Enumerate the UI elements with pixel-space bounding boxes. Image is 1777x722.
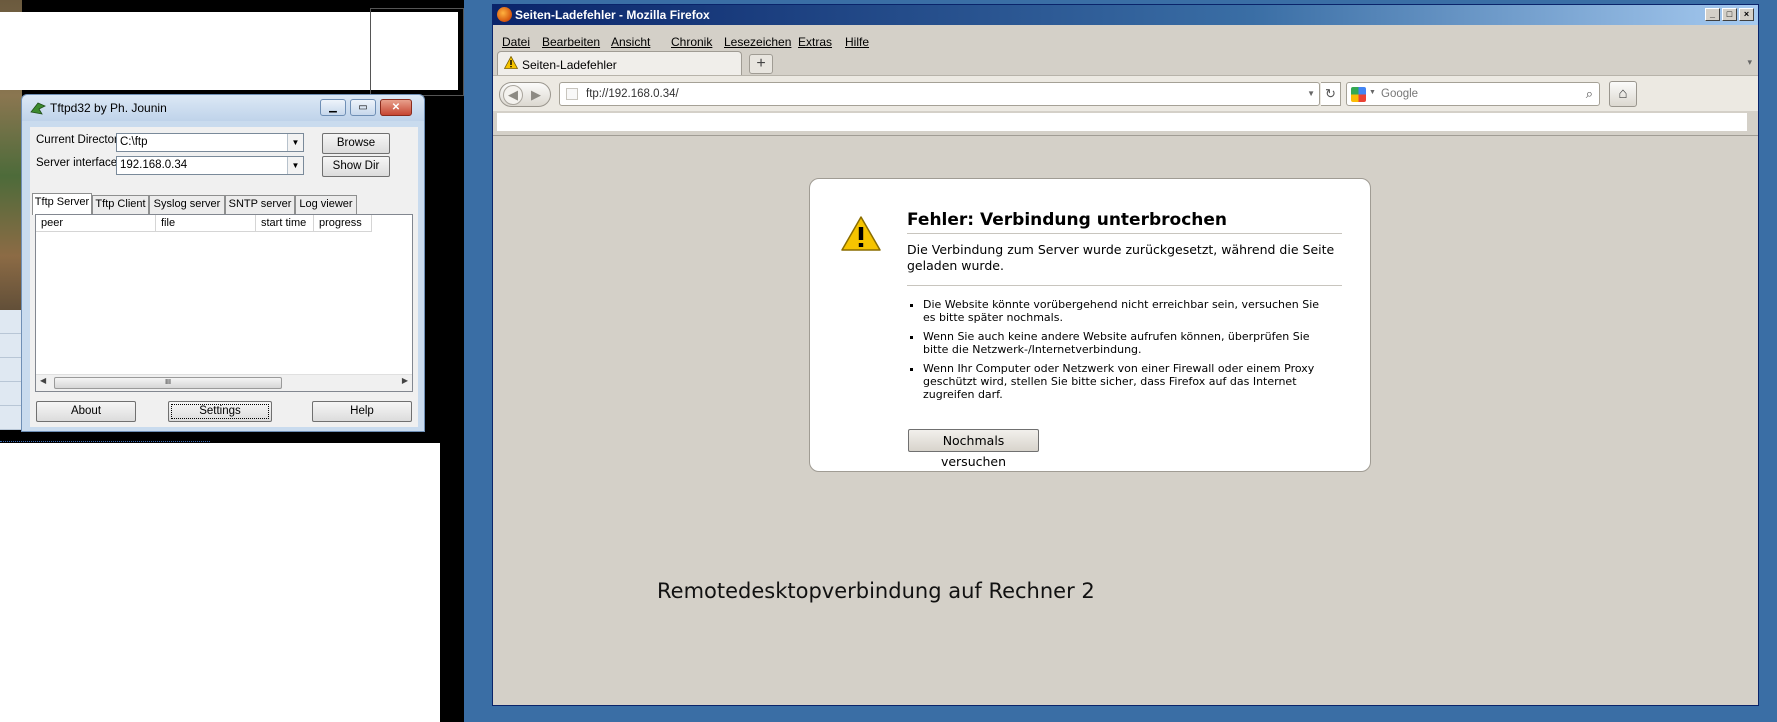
window-frame <box>370 8 464 96</box>
retry-button[interactable]: Nochmals versuchen <box>908 429 1039 469</box>
chevron-down-icon[interactable]: ▼ <box>1307 89 1315 98</box>
search-engine-chevron-icon[interactable]: ▼ <box>1369 89 1376 96</box>
forward-arrow-icon[interactable]: ▶ <box>531 87 541 103</box>
toolbar-divider <box>493 135 1758 136</box>
menu-label: Extras <box>798 35 833 49</box>
google-logo-icon[interactable] <box>1351 87 1366 102</box>
current-directory-value: C:\ftp <box>120 136 148 148</box>
current-directory-combo[interactable]: C:\ftp ▼ <box>116 133 304 152</box>
column-header-peer[interactable]: peer <box>36 215 156 232</box>
column-header-file[interactable]: file <box>156 215 256 232</box>
menu-label: Chronik <box>671 35 713 49</box>
tab-tftp-client[interactable]: Tftp Client <box>92 195 149 214</box>
server-interface-combo[interactable]: 192.168.0.34 ▼ <box>116 156 304 175</box>
reload-icon[interactable]: ↻ <box>1321 82 1341 106</box>
back-forward-group: ◀ ▶ <box>499 82 551 107</box>
list-item: Wenn Sie auch keine andere Website aufru… <box>923 330 1327 356</box>
menu-label: Lesezeichen <box>724 35 792 49</box>
about-button-label: About <box>70 405 102 417</box>
browser-tab-title: Seiten-Ladefehler <box>522 58 617 72</box>
show-dir-button-label: Show Dir <box>332 160 380 172</box>
tftpd32-title: Tftpd32 by Ph. Jounin <box>50 101 167 115</box>
current-directory-label: Current Directory <box>36 134 124 146</box>
browser-tab[interactable]: Seiten-Ladefehler <box>497 51 742 75</box>
address-bar-url: ftp://192.168.0.34/ <box>586 88 679 100</box>
tab-label: Tftp Server <box>34 196 90 208</box>
warning-icon <box>504 56 518 69</box>
browse-button[interactable]: Browse <box>322 133 390 154</box>
search-icon[interactable]: ⌕ <box>1586 86 1593 102</box>
bookmarks-toolbar <box>497 113 1747 131</box>
column-header-start-time[interactable]: start time <box>256 215 314 232</box>
navigation-toolbar: ◀ ▶ ftp://192.168.0.34/ ▼ ↻ ▼ Google ⌕ ⌂ <box>493 75 1758 111</box>
show-dir-button[interactable]: Show Dir <box>322 156 390 177</box>
remote-desktop-caption: Remotedesktopverbindung auf Rechner 2 <box>657 579 1095 603</box>
firefox-window-title: Seiten-Ladefehler - Mozilla Firefox <box>515 8 710 22</box>
menu-label: Datei <box>502 35 531 49</box>
firefox-window: Seiten-Ladefehler - Mozilla Firefox _ □ … <box>492 4 1759 706</box>
tab-label: Tftp Client <box>95 198 146 210</box>
tab-log-viewer[interactable]: Log viewer <box>295 195 357 214</box>
home-icon[interactable]: ⌂ <box>1609 81 1637 107</box>
server-interface-label: Server interface <box>36 157 118 169</box>
browse-button-label: Browse <box>336 137 376 149</box>
minimize-button[interactable]: _ <box>1705 8 1720 21</box>
chevron-down-icon[interactable]: ▼ <box>287 134 303 151</box>
menu-label: Bearbeiten <box>542 35 601 49</box>
search-box[interactable]: ▼ Google ⌕ <box>1346 82 1600 106</box>
error-page-box: Fehler: Verbindung unterbrochen Die Verb… <box>809 178 1371 472</box>
column-header-progress[interactable]: progress <box>314 215 372 232</box>
scroll-right-icon[interactable]: ▶ <box>402 376 408 385</box>
menu-label: Ansicht <box>611 35 651 49</box>
tab-list-chevron-icon[interactable]: ▾ <box>1747 57 1752 68</box>
list-item: Wenn Ihr Computer oder Netzwerk von eine… <box>923 362 1327 401</box>
tab-syslog-server[interactable]: Syslog server <box>149 195 225 214</box>
close-button[interactable]: × <box>1739 8 1754 21</box>
settings-button[interactable]: Settings <box>168 401 272 422</box>
maximize-button[interactable]: □ <box>1722 8 1737 21</box>
tftpd32-window: Tftpd32 by Ph. Jounin ▁ ▭ ✕ Current Dire… <box>21 94 425 432</box>
tab-label: Syslog server <box>153 198 221 210</box>
new-tab-button[interactable]: + <box>749 54 773 74</box>
tftpd-logo-icon <box>30 102 46 115</box>
list-item: Die Website könnte vorübergehend nicht e… <box>923 298 1327 324</box>
maximize-button[interactable]: ▭ <box>350 99 376 116</box>
back-arrow-icon[interactable]: ◀ <box>503 85 523 105</box>
server-interface-value: 192.168.0.34 <box>120 159 188 171</box>
tab-label: Log viewer <box>299 198 353 210</box>
tftpd32-body: Current Directory C:\ftp ▼ Browse Server… <box>30 127 418 427</box>
error-suggestions: Die Website könnte vorübergehend nicht e… <box>907 298 1327 407</box>
search-placeholder: Google <box>1381 88 1419 100</box>
transfer-list[interactable]: peer file start time progress ◀ III ▶ <box>35 214 413 392</box>
blank-window-area-bottom <box>0 443 440 722</box>
scrollbar-thumb[interactable]: III <box>54 377 282 389</box>
warning-icon <box>841 216 881 251</box>
tab-strip: Seiten-Ladefehler + ▾ <box>493 49 1758 75</box>
background-link-line <box>0 432 210 442</box>
minimize-button[interactable]: ▁ <box>320 99 346 116</box>
error-title: Fehler: Verbindung unterbrochen <box>907 210 1342 234</box>
error-description: Die Verbindung zum Server wurde zurückge… <box>907 242 1335 273</box>
firefox-logo-icon <box>497 7 512 22</box>
settings-button-label: Settings <box>199 405 241 417</box>
tab-sntp-server[interactable]: SNTP server <box>225 195 295 214</box>
horizontal-scrollbar[interactable]: ◀ III ▶ <box>36 374 412 391</box>
help-button[interactable]: Help <box>312 401 412 422</box>
menu-label: Hilfe <box>845 35 870 49</box>
address-bar[interactable]: ftp://192.168.0.34/ ▼ <box>559 82 1320 106</box>
tab-tftp-server[interactable]: Tftp Server <box>32 193 92 215</box>
firefox-titlebar[interactable]: Seiten-Ladefehler - Mozilla Firefox _ □ … <box>493 5 1758 25</box>
retry-button-label: Nochmals versuchen <box>940 433 1007 469</box>
error-divider <box>907 285 1342 286</box>
tftpd32-titlebar[interactable]: Tftpd32 by Ph. Jounin ▁ ▭ ✕ <box>22 95 424 121</box>
about-button[interactable]: About <box>36 401 136 422</box>
close-button[interactable]: ✕ <box>380 99 412 116</box>
scroll-left-icon[interactable]: ◀ <box>40 376 46 385</box>
scrollbar-grip: III <box>165 379 171 386</box>
chevron-down-icon[interactable]: ▼ <box>287 157 303 174</box>
help-button-label: Help <box>350 405 374 417</box>
menu-bar: Datei Bearbeiten Ansicht Chronik Lesezei… <box>493 27 1758 49</box>
tab-label: SNTP server <box>228 198 292 210</box>
page-favicon-icon <box>566 88 578 100</box>
